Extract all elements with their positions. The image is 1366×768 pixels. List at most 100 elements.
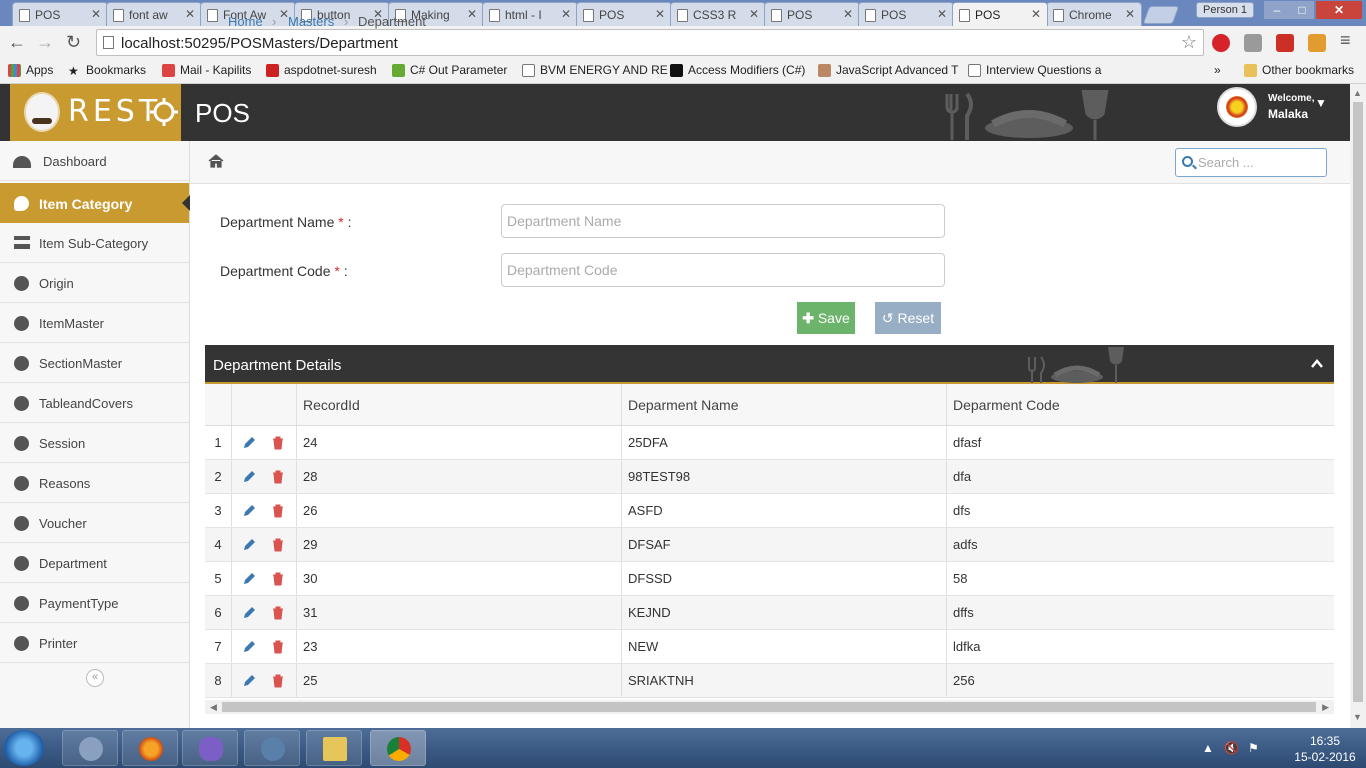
bookmark-item[interactable]: Access Modifiers (C#)	[670, 63, 805, 77]
sidebar-item-printer[interactable]: Printer	[0, 623, 189, 663]
trash-icon[interactable]	[272, 538, 284, 552]
sidebar-collapse-button[interactable]: «	[86, 669, 104, 687]
pencil-icon[interactable]	[242, 504, 256, 518]
scrollbar-thumb[interactable]	[222, 702, 1316, 712]
profile-button[interactable]: Person 1	[1196, 2, 1255, 18]
menu-icon[interactable]: ≡	[1340, 30, 1351, 51]
sidebar-item-reasons[interactable]: Reasons	[0, 463, 189, 503]
scroll-right-icon[interactable]: ▶	[1322, 700, 1329, 714]
close-icon[interactable]: ✕	[467, 7, 477, 21]
pencil-icon[interactable]	[242, 572, 256, 586]
new-tab-button[interactable]	[1142, 6, 1180, 24]
sidebar-item-item-sub-category[interactable]: Item Sub-Category	[0, 223, 189, 263]
department-code-field[interactable]	[501, 253, 945, 287]
sidebar-item-voucher[interactable]: Voucher	[0, 503, 189, 543]
chevron-down-icon[interactable]: ▼	[1315, 96, 1327, 110]
volume-icon[interactable]: 🔇	[1224, 741, 1239, 755]
close-icon[interactable]: ✕	[1125, 7, 1135, 21]
breadcrumb-masters[interactable]: Masters	[288, 14, 334, 29]
sidebar-item-itemmaster[interactable]: ItemMaster	[0, 303, 189, 343]
user-name[interactable]: Malaka	[1268, 107, 1308, 121]
back-arrow-icon[interactable]: ←	[8, 32, 26, 53]
trash-icon[interactable]	[272, 504, 284, 518]
minimize-button[interactable]: –	[1264, 1, 1290, 19]
sidebar-item-department[interactable]: Department	[0, 543, 189, 583]
pencil-icon[interactable]	[242, 538, 256, 552]
bookmark-item[interactable]: Interview Questions a	[968, 63, 1101, 77]
home-icon[interactable]	[208, 154, 224, 168]
window-close-button[interactable]: ✕	[1316, 1, 1362, 19]
browser-tab[interactable]: POS ✕	[764, 2, 860, 26]
close-icon[interactable]: ✕	[843, 7, 853, 21]
extension-icon[interactable]	[1244, 34, 1262, 52]
scroll-down-icon[interactable]: ▼	[1353, 712, 1362, 722]
close-icon[interactable]: ✕	[937, 7, 947, 21]
trash-icon[interactable]	[272, 640, 284, 654]
bookmarks-overflow-icon[interactable]: »	[1214, 63, 1221, 77]
start-button[interactable]	[4, 730, 44, 766]
browser-tab[interactable]: POS ✕	[12, 2, 108, 26]
search-input[interactable]	[1175, 148, 1327, 177]
browser-tab[interactable]: POS ✕	[576, 2, 672, 26]
star-icon[interactable]: ☆	[1181, 32, 1197, 53]
bookmark-apps[interactable]: Apps	[8, 63, 53, 77]
pencil-icon[interactable]	[242, 640, 256, 654]
close-icon[interactable]: ✕	[655, 7, 665, 21]
scroll-up-icon[interactable]: ▲	[1353, 88, 1362, 98]
sidebar-item-item-category[interactable]: Item Category	[0, 183, 190, 223]
trash-icon[interactable]	[272, 674, 284, 688]
avatar[interactable]	[1217, 87, 1257, 127]
sidebar-item-tableandcovers[interactable]: TableandCovers	[0, 383, 189, 423]
bookmark-item[interactable]: BVM ENERGY AND RE	[522, 63, 668, 77]
trash-icon[interactable]	[272, 606, 284, 620]
browser-tab[interactable]: html - I ✕	[482, 2, 578, 26]
bookmark-item[interactable]: Mail - Kapilits	[162, 63, 251, 77]
bookmark-item[interactable]: C# Out Parameter	[392, 63, 507, 77]
app-logo[interactable]: REST	[10, 84, 181, 141]
save-button[interactable]: ✚ Save	[797, 302, 855, 334]
sidebar-item-session[interactable]: Session	[0, 423, 189, 463]
address-bar[interactable]: localhost:50295/POSMasters/Department ☆	[96, 29, 1204, 56]
bookmark-item[interactable]: ★ Bookmarks	[68, 63, 146, 78]
vertical-scrollbar[interactable]: ▲ ▼	[1350, 84, 1366, 728]
close-icon[interactable]: ✕	[185, 7, 195, 21]
browser-tab[interactable]: CSS3 R ✕	[670, 2, 766, 26]
reload-icon[interactable]: ↻	[66, 32, 81, 53]
bookmark-item[interactable]: JavaScript Advanced T	[818, 63, 959, 77]
pencil-icon[interactable]	[242, 606, 256, 620]
browser-tab[interactable]: POS ✕	[858, 2, 954, 26]
chevron-up-icon[interactable]	[1310, 357, 1324, 371]
scroll-left-icon[interactable]: ◀	[210, 700, 217, 714]
flag-icon[interactable]: ⚑	[1248, 741, 1259, 755]
department-name-field[interactable]	[501, 204, 945, 238]
close-icon[interactable]: ✕	[91, 7, 101, 21]
forward-arrow-icon[interactable]: →	[36, 32, 54, 53]
pencil-icon[interactable]	[242, 436, 256, 450]
extension-icon[interactable]	[1276, 34, 1294, 52]
taskbar-app[interactable]	[62, 730, 118, 766]
taskbar-app[interactable]	[306, 730, 362, 766]
taskbar-app[interactable]	[182, 730, 238, 766]
column-header-name[interactable]: Deparment Name	[621, 384, 946, 425]
browser-tab[interactable]: Chrome ✕	[1046, 2, 1142, 26]
pencil-icon[interactable]	[242, 674, 256, 688]
taskbar-app-active[interactable]	[370, 730, 426, 766]
sidebar-item-dashboard[interactable]: Dashboard	[0, 141, 189, 181]
taskbar-app[interactable]	[122, 730, 178, 766]
trash-icon[interactable]	[272, 436, 284, 450]
close-icon[interactable]: ✕	[561, 7, 571, 21]
pencil-icon[interactable]	[242, 470, 256, 484]
breadcrumb-home[interactable]: Home	[228, 14, 263, 29]
scrollbar-thumb[interactable]	[1353, 102, 1363, 702]
clock-date[interactable]: 15-02-2016	[1290, 750, 1360, 764]
sidebar-item-origin[interactable]: Origin	[0, 263, 189, 303]
browser-tab-active[interactable]: POS ✕	[952, 2, 1048, 26]
sidebar-item-sectionmaster[interactable]: SectionMaster	[0, 343, 189, 383]
opera-extension-icon[interactable]	[1212, 34, 1230, 52]
browser-tab[interactable]: font aw ✕	[106, 2, 202, 26]
other-bookmarks[interactable]: Other bookmarks	[1244, 63, 1354, 77]
tray-arrow-icon[interactable]: ▲	[1202, 741, 1214, 755]
trash-icon[interactable]	[272, 470, 284, 484]
clock-time[interactable]: 16:35	[1290, 734, 1360, 748]
column-header-recordid[interactable]: RecordId	[296, 384, 621, 425]
